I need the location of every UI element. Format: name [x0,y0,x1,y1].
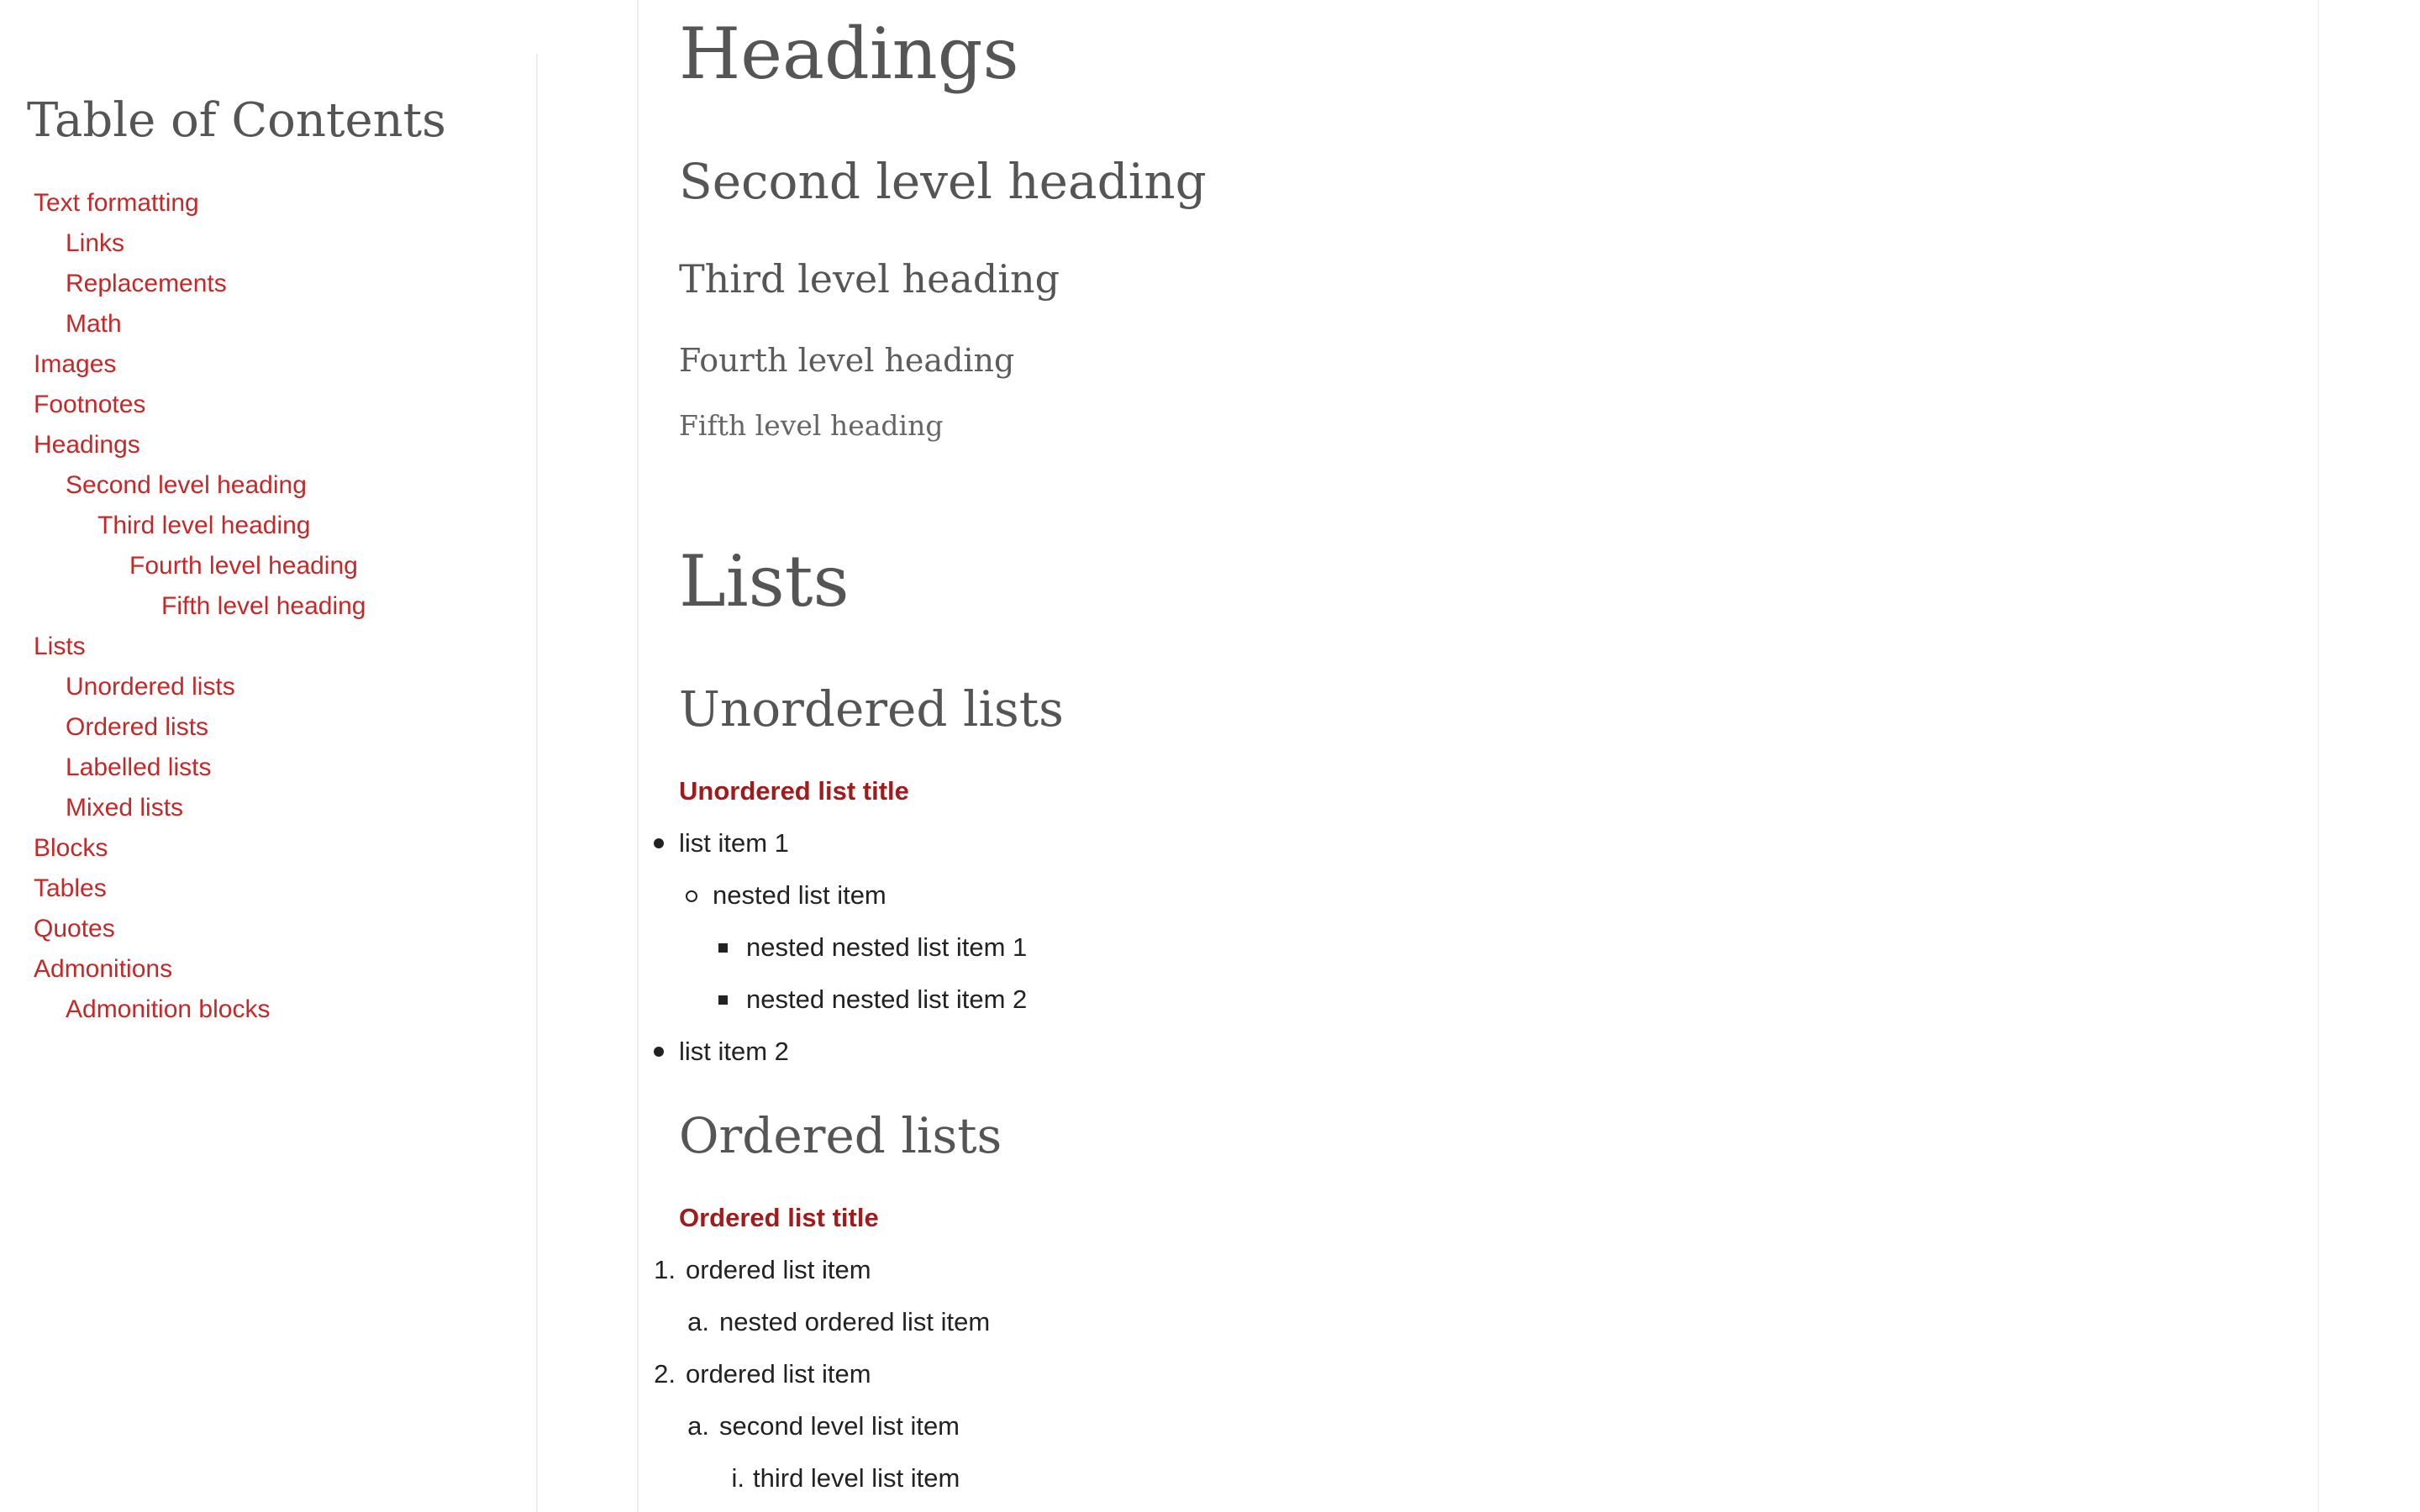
lists-section-title: Lists [679,540,850,622]
fifth-level-heading: Fifth level heading [679,409,944,442]
toc-link-mixed-lists[interactable]: Mixed lists [0,788,366,828]
unordered-list-title: Unordered list title [679,776,909,806]
toc-link-admonition-blocks[interactable]: Admonition blocks [0,990,366,1030]
toc-title: Table of Contents [27,93,446,148]
toc-list: Text formatting Links Replacements Math Imag… [0,183,366,1030]
square-bullet-icon [718,995,728,1005]
toc-link-tables[interactable]: Tables [0,869,366,909]
unordered-lists-heading: Unordered lists [679,680,1064,738]
nested-list-item: nested list item [713,880,886,910]
toc-link-blocks[interactable]: Blocks [0,828,366,869]
ordered-list-title: Ordered list title [679,1203,879,1232]
toc-link-footnotes[interactable]: Footnotes [0,385,366,425]
toc-link-labelled-lists[interactable]: Labelled lists [0,748,366,788]
toc-link-fifth-level-heading[interactable]: Fifth level heading [0,586,366,627]
toc-link-admonitions[interactable]: Admonitions [0,949,366,990]
third-level-heading: Third level heading [679,256,1060,302]
content-right-border [2317,0,2319,1512]
toc-link-replacements[interactable]: Replacements [0,264,366,304]
toc-link-headings[interactable]: Headings [0,425,366,465]
toc-link-third-level-heading[interactable]: Third level heading [0,506,366,546]
disc-bullet-icon [654,838,664,848]
second-level-list-item: second level list item [719,1411,960,1441]
ordered-list-marker: i. [731,1463,745,1493]
ordered-list-marker: 1. [654,1255,676,1284]
toc-link-ordered-lists[interactable]: Ordered lists [0,707,366,748]
toc-link-images[interactable]: Images [0,344,366,385]
third-level-list-item: third level list item [753,1463,960,1493]
toc-link-second-level-heading[interactable]: Second level heading [0,465,366,506]
nested-ordered-list-item: nested ordered list item [719,1307,991,1336]
content-left-border [637,0,639,1512]
toc-link-quotes[interactable]: Quotes [0,909,366,949]
nested-nested-list-item: nested nested list item 1 [746,932,1028,962]
ordered-list-marker: a. [687,1411,709,1441]
table-of-contents: Table of Contents Text formatting Links Re… [0,0,538,1512]
list-item: list item 1 [679,828,789,858]
ordered-list-marker: 2. [654,1359,676,1389]
toc-link-unordered-lists[interactable]: Unordered lists [0,667,366,707]
nested-nested-list-item: nested nested list item 2 [746,984,1028,1014]
toc-link-fourth-level-heading[interactable]: Fourth level heading [0,546,366,586]
disc-bullet-icon [654,1047,664,1057]
toc-link-lists[interactable]: Lists [0,627,366,667]
list-item: list item 2 [679,1037,789,1066]
main-content: Headings Second level heading Third leve… [654,0,2309,1512]
square-bullet-icon [718,943,728,953]
ordered-list-item: ordered list item [686,1255,871,1284]
circle-bullet-icon [686,890,697,902]
ordered-lists-heading: Ordered lists [679,1107,1002,1164]
sidebar-divider [536,54,538,1512]
fourth-level-heading: Fourth level heading [679,342,1015,379]
ordered-list-marker: a. [687,1307,709,1336]
headings-section-title: Headings [679,13,1019,95]
toc-link-text-formatting[interactable]: Text formatting [0,183,366,223]
ordered-list-item: ordered list item [686,1359,871,1389]
toc-link-links[interactable]: Links [0,223,366,264]
toc-link-math[interactable]: Math [0,304,366,344]
second-level-heading: Second level heading [679,153,1207,210]
